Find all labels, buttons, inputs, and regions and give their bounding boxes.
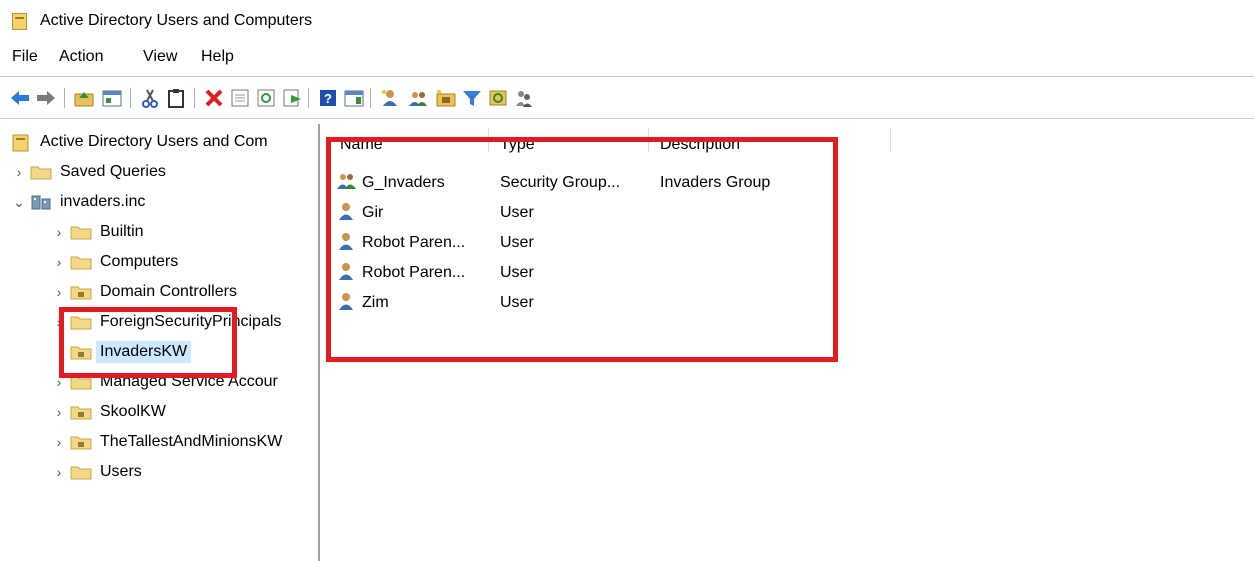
ou-icon — [70, 284, 92, 300]
chevron-right-icon[interactable]: › — [48, 464, 70, 480]
up-folder-icon[interactable] — [72, 86, 96, 110]
new-group-icon[interactable] — [406, 86, 430, 110]
ou-icon — [70, 404, 92, 420]
folder-icon — [70, 464, 92, 480]
tree-item-builtin[interactable]: › Builtin — [48, 218, 144, 246]
chevron-right-icon[interactable]: › — [48, 254, 70, 270]
tree-item-domain-controllers[interactable]: › Domain Controllers — [48, 278, 237, 306]
tree-item-label: Builtin — [100, 223, 144, 240]
toolbar-divider — [0, 118, 1254, 119]
menu-view[interactable]: View — [143, 48, 177, 66]
folder-icon — [70, 254, 92, 270]
show-action-pane-icon[interactable] — [342, 86, 366, 110]
toolbar-separator — [64, 88, 65, 108]
toolbar-separator — [130, 88, 131, 108]
tree-item-label: SkoolKW — [100, 403, 166, 420]
tree-item-domain[interactable]: ⌄ invaders.inc — [8, 188, 145, 216]
domain-icon — [30, 194, 52, 210]
column-divider[interactable] — [890, 128, 891, 152]
tree-root[interactable]: Active Directory Users and Com — [12, 128, 268, 156]
new-user-icon[interactable] — [378, 86, 402, 110]
help-icon[interactable]: ? — [316, 86, 340, 110]
pane-splitter[interactable] — [318, 124, 320, 561]
chevron-right-icon[interactable]: › — [48, 434, 70, 450]
tree-item-users[interactable]: › Users — [48, 458, 142, 486]
tree-item-saved-queries[interactable]: › Saved Queries — [8, 158, 166, 186]
cut-icon[interactable] — [138, 86, 162, 110]
tree-item-computers[interactable]: › Computers — [48, 248, 179, 276]
tree-item-label: TheTallestAndMinionsKW — [100, 433, 283, 450]
tree-item-label: invaders.inc — [60, 193, 146, 210]
toolbar: ? — [0, 80, 1254, 116]
menu-file[interactable]: File — [12, 48, 38, 66]
window-title: Active Directory Users and Computers — [40, 12, 313, 29]
ou-icon — [70, 434, 92, 450]
highlight-box-results — [326, 137, 838, 362]
tree-item-label: Saved Queries — [60, 163, 166, 180]
tree-item-skoolkw[interactable]: › SkoolKW — [48, 398, 166, 426]
toolbar-separator — [308, 88, 309, 108]
chevron-right-icon[interactable]: › — [48, 224, 70, 240]
forward-arrow-icon[interactable] — [34, 86, 58, 110]
toolbar-separator — [194, 88, 195, 108]
chevron-down-icon[interactable]: ⌄ — [8, 194, 30, 211]
title-bar: Active Directory Users and Computers — [0, 0, 1254, 42]
folder-icon — [30, 164, 52, 180]
delegate-icon[interactable] — [512, 86, 536, 110]
delete-icon[interactable] — [202, 86, 226, 110]
tree-item-thetallestandminionskw[interactable]: › TheTallestAndMinionsKW — [48, 428, 283, 456]
tree-item-label: Computers — [100, 253, 179, 270]
refresh-icon[interactable] — [254, 86, 278, 110]
chevron-right-icon[interactable]: › — [48, 404, 70, 420]
chevron-right-icon[interactable]: › — [48, 284, 70, 300]
find-icon[interactable] — [486, 86, 510, 110]
back-arrow-icon[interactable] — [8, 86, 32, 110]
menu-action[interactable]: Action — [59, 48, 103, 66]
chevron-right-icon[interactable]: › — [8, 164, 30, 180]
tree-root-label: Active Directory Users and Com — [40, 133, 268, 150]
highlight-box-tree-selection — [59, 307, 237, 378]
console-root-icon — [12, 134, 30, 152]
new-ou-icon[interactable] — [434, 86, 458, 110]
app-icon — [12, 13, 27, 30]
folder-icon — [70, 224, 92, 240]
show-hide-tree-icon[interactable] — [100, 86, 124, 110]
menu-divider — [0, 76, 1254, 77]
paste-icon[interactable] — [164, 86, 188, 110]
filter-icon[interactable] — [460, 86, 484, 110]
svg-text:?: ? — [324, 91, 332, 106]
tree-item-label: Domain Controllers — [100, 283, 237, 300]
menu-bar: File Action View Help — [0, 44, 1254, 74]
menu-help[interactable]: Help — [201, 48, 234, 66]
export-icon[interactable] — [280, 86, 304, 110]
toolbar-separator — [370, 88, 371, 108]
properties-icon[interactable] — [228, 86, 252, 110]
tree-item-label: Users — [100, 463, 142, 480]
